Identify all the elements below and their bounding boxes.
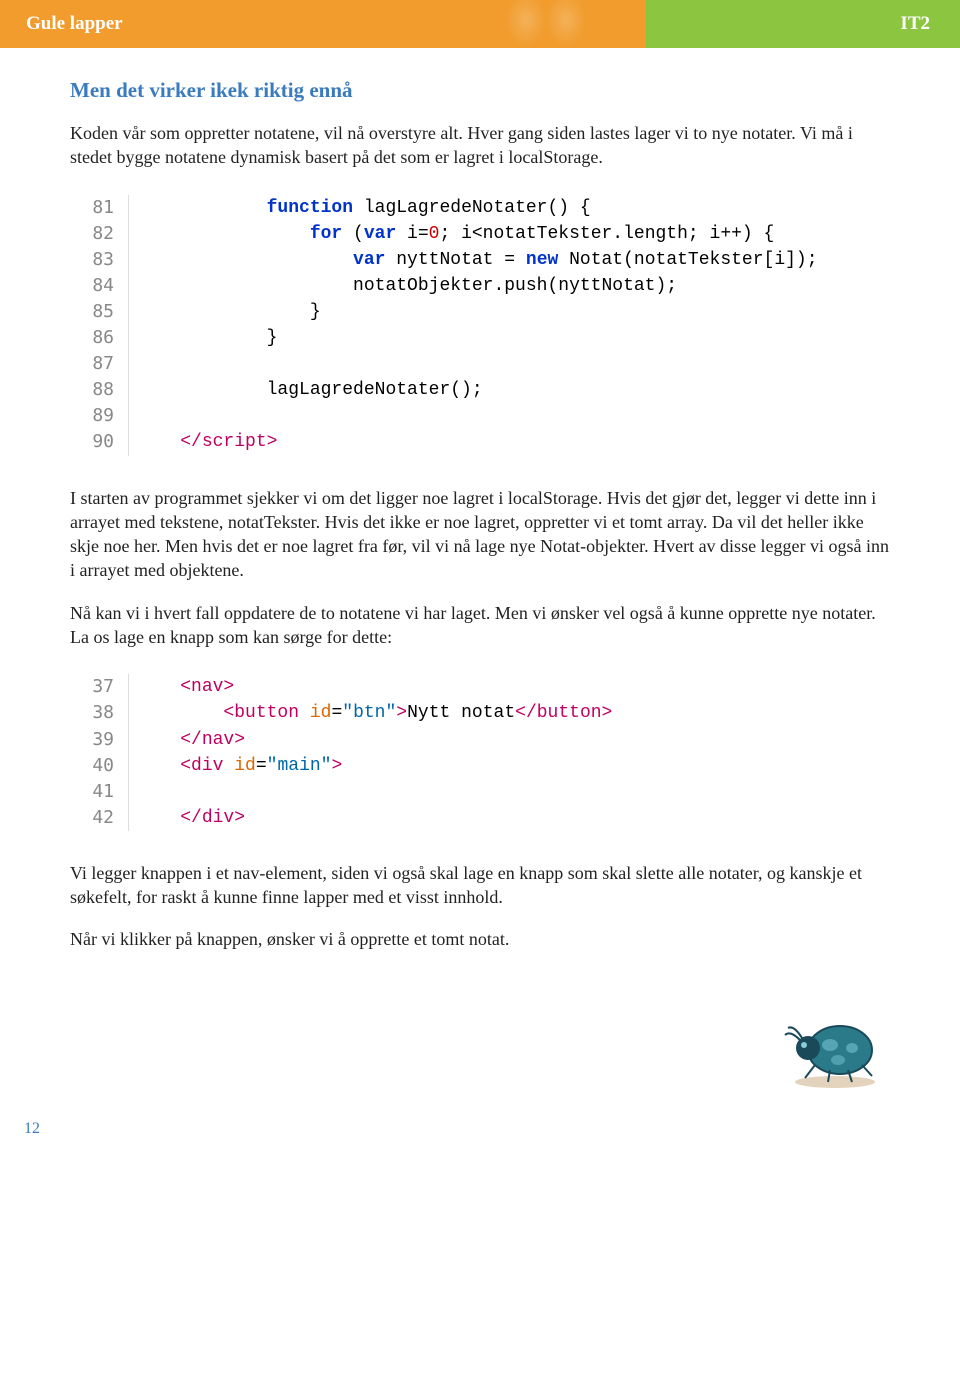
decorative-bug-container: [0, 990, 960, 1120]
header-title: Gule lapper: [0, 0, 646, 48]
code-line: 81 function lagLagredeNotater() {: [70, 195, 890, 221]
code-line: 84 notatObjekter.push(nyttNotat);: [70, 273, 890, 299]
code-text: notatObjekter.push(nyttNotat);: [137, 273, 677, 299]
line-number: 39: [70, 727, 129, 753]
header-right: IT2: [646, 0, 960, 48]
line-number: 37: [70, 674, 129, 700]
code-text: var nyttNotat = new Notat(notatTekster[i…: [137, 247, 818, 273]
code-line: 89: [70, 403, 890, 429]
code-text: }: [137, 325, 277, 351]
line-number: 83: [70, 247, 129, 273]
code-line: 83 var nyttNotat = new Notat(notatTekste…: [70, 247, 890, 273]
code-line: 87: [70, 351, 890, 377]
line-number: 90: [70, 429, 129, 455]
code-line: 85 }: [70, 299, 890, 325]
line-number: 87: [70, 351, 129, 377]
page-content: Men det virker ikek riktig ennå Koden vå…: [0, 48, 960, 990]
code-text: }: [137, 299, 321, 325]
line-number: 89: [70, 403, 129, 429]
line-number: 88: [70, 377, 129, 403]
page-header: Gule lapper IT2: [0, 0, 960, 48]
page-number: 12: [0, 1120, 960, 1158]
code-line: 82 for (var i=0; i<notatTekster.length; …: [70, 221, 890, 247]
code-line: 37 <nav>: [70, 674, 890, 700]
code-block-1: 81 function lagLagredeNotater() {82 for …: [70, 195, 890, 456]
code-line: 40 <div id="main">: [70, 753, 890, 779]
code-text: function lagLagredeNotater() {: [137, 195, 591, 221]
code-text: <button id="btn">Nytt notat</button>: [137, 700, 612, 726]
code-text: </script>: [137, 429, 277, 455]
line-number: 86: [70, 325, 129, 351]
paragraph-5: Når vi klikker på knappen, ønsker vi å o…: [70, 927, 890, 951]
code-line: 42 </div>: [70, 805, 890, 831]
butterfly-decoration: [486, 0, 606, 48]
line-number: 85: [70, 299, 129, 325]
code-block-2: 37 <nav>38 <button id="btn">Nytt notat</…: [70, 674, 890, 831]
paragraph-1: Koden vår som oppretter notatene, vil nå…: [70, 121, 890, 170]
line-number: 82: [70, 221, 129, 247]
header-right-label: IT2: [900, 13, 930, 35]
line-number: 41: [70, 779, 129, 805]
line-number: 42: [70, 805, 129, 831]
bug-icon: [780, 1010, 890, 1090]
code-text: lagLagredeNotater();: [137, 377, 483, 403]
line-number: 38: [70, 700, 129, 726]
line-number: 84: [70, 273, 129, 299]
code-text: </div>: [137, 805, 245, 831]
section-title: Men det virker ikek riktig ennå: [70, 78, 890, 103]
code-line: 86 }: [70, 325, 890, 351]
code-text: <nav>: [137, 674, 234, 700]
code-line: 38 <button id="btn">Nytt notat</button>: [70, 700, 890, 726]
line-number: 81: [70, 195, 129, 221]
code-text: <div id="main">: [137, 753, 342, 779]
paragraph-4: Vi legger knappen i et nav-element, side…: [70, 861, 890, 910]
line-number: 40: [70, 753, 129, 779]
code-text: </nav>: [137, 727, 245, 753]
paragraph-2: I starten av programmet sjekker vi om de…: [70, 486, 890, 583]
code-line: 90 </script>: [70, 429, 890, 455]
code-line: 39 </nav>: [70, 727, 890, 753]
code-line: 88 lagLagredeNotater();: [70, 377, 890, 403]
code-text: for (var i=0; i<notatTekster.length; i++…: [137, 221, 774, 247]
header-left-label: Gule lapper: [26, 13, 123, 35]
code-line: 41: [70, 779, 890, 805]
paragraph-3: Nå kan vi i hvert fall oppdatere de to n…: [70, 601, 890, 650]
